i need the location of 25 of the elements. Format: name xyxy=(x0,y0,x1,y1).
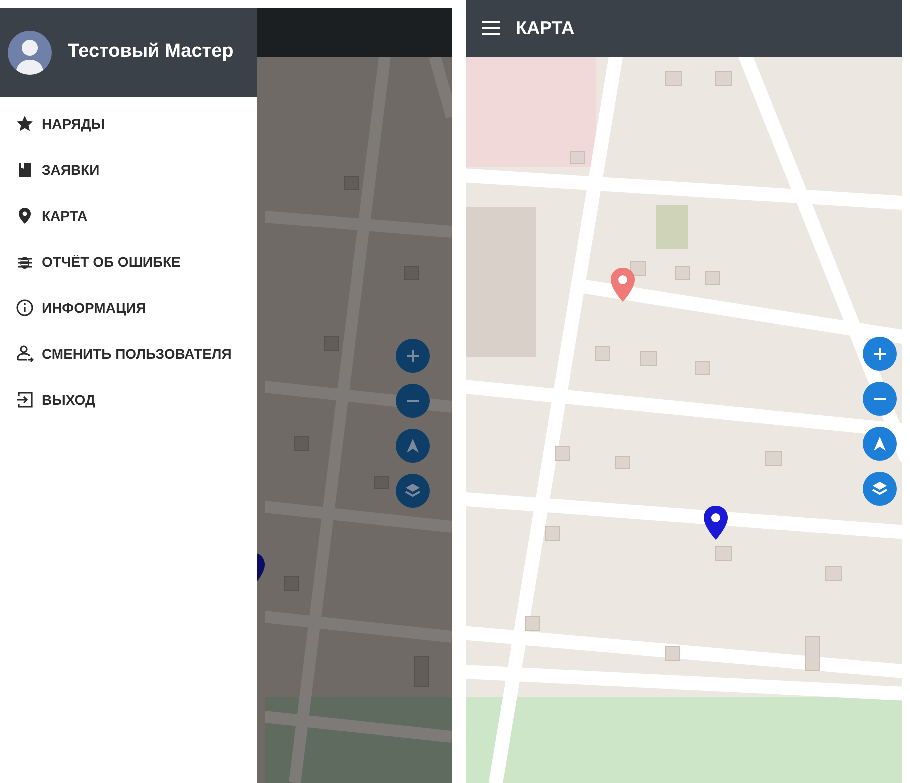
menu-item[interactable]: ЗАЯВКИ xyxy=(0,147,257,193)
exit-icon xyxy=(16,391,34,409)
menu-item[interactable]: КАРТА xyxy=(0,193,257,239)
menu-item[interactable]: ВЫХОД xyxy=(0,377,257,423)
menu-item[interactable]: ОТЧЁТ ОБ ОШИБКЕ xyxy=(0,239,257,285)
avatar-icon xyxy=(8,30,52,74)
minus-icon xyxy=(404,399,422,403)
navigation-arrow-icon xyxy=(404,437,422,455)
navigation-arrow-icon xyxy=(871,435,889,453)
star-icon xyxy=(16,115,34,133)
minus-icon xyxy=(871,397,889,401)
plus-icon xyxy=(871,345,889,363)
layers-icon xyxy=(871,480,889,498)
switch-user-icon xyxy=(16,345,34,363)
info-icon xyxy=(16,299,34,317)
book-icon xyxy=(16,161,34,179)
map-pin-icon[interactable] xyxy=(703,505,729,541)
pin-icon xyxy=(16,207,34,225)
plus-icon xyxy=(404,347,422,365)
user-name: Тестовый Мастер xyxy=(68,40,234,64)
menu-item[interactable]: СМЕНИТЬ ПОЛЬЗОВАТЕЛЯ xyxy=(0,331,257,377)
menu-item[interactable]: ИНФОРМАЦИЯ xyxy=(0,285,257,331)
screen-title: КАРТА xyxy=(516,17,575,40)
layers-icon xyxy=(404,482,422,500)
menu-item[interactable]: НАРЯДЫ xyxy=(0,101,257,147)
